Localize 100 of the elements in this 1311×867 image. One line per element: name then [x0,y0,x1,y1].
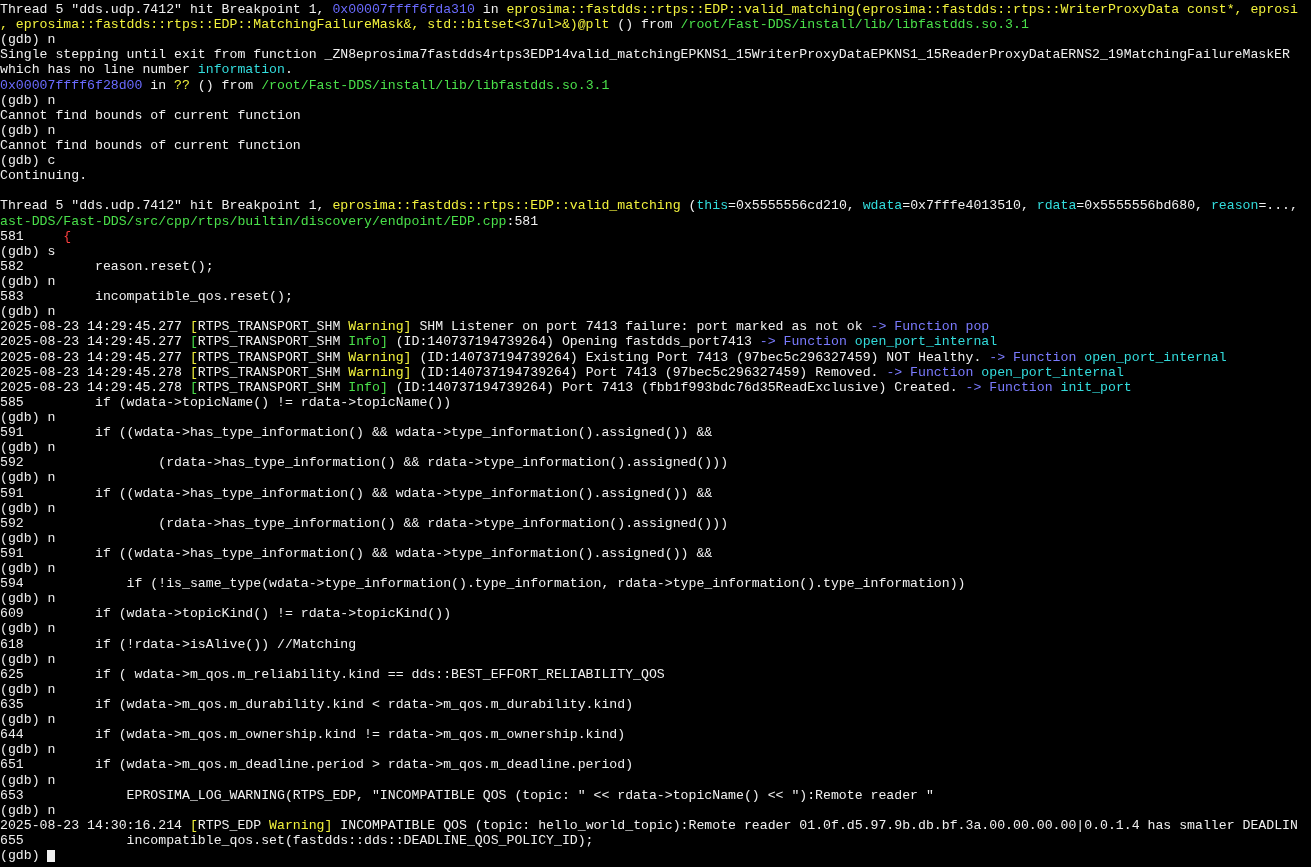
terminal-text: [ [189,817,198,834]
terminal-text: Thread 5 "dds.udp.7412" hit Breakpoint 1, [0,2,326,18]
terminal-text: 581 [0,228,25,244]
terminal-text: :581 [506,213,539,229]
terminal-text: (gdb) n [0,32,56,48]
terminal-text: SHM Listener on port 7413 failure: port marked as not ok [418,319,864,335]
terminal-text: 2025-08-23 14:29:45.278 [0,364,184,380]
terminal-text: init_port [1060,379,1132,395]
terminal-text: -> Function [759,334,848,350]
terminal-text: open_port_internal [854,334,998,350]
terminal-text: 591 if ((wdata->has_type_information() && wdata->type_information().assigned()) && [0,425,713,441]
terminal-text: (gdb) n [0,591,56,607]
terminal-text: 625 if ( wdata->m_qos.m_reliability.kind == dds::BEST_EFFORT_RELIABILITY_QOS [0,666,665,682]
terminal-text: 582 reason.reset(); [0,258,214,274]
terminal-text: (ID:140737194739264) Port 7413 (fbb1f993bdc76d35ReadExclusive) Created. [394,379,959,395]
terminal-text: Cannot find bounds of current function [0,107,301,123]
terminal-text: which has no line number [0,62,191,78]
terminal-text: 594 if (!is_same_type(wdata->type_information().type_information, rdata->type_information().type_information)) [0,576,966,592]
terminal-text: open_port_internal [1084,349,1227,365]
terminal-text: in [149,77,168,93]
terminal-text: 591 if ((wdata->has_type_information() && wdata->type_information().assigned()) && [0,485,713,501]
terminal-text: (gdb) n [0,621,56,637]
terminal-text: 609 if (wdata->topicKind() != rdata->topicKind()) [0,606,452,622]
terminal-text: this [696,198,729,214]
terminal-text: =0x7fffe4013510, [902,198,1030,214]
terminal-text: eprosima::fastdds::rtps::EDP::valid_matching [332,198,681,214]
terminal-text: (gdb) [0,848,41,864]
terminal-text: RTPS_TRANSPORT_SHM [197,379,341,395]
terminal-text: (gdb) n [0,651,56,667]
terminal-text: 0x00007ffff6f28d00 [0,77,143,93]
terminal-text: [ [189,319,198,335]
terminal-text: Info] [347,334,388,350]
terminal-text: rdata [1036,198,1077,214]
terminal-text: (gdb) c [0,153,56,169]
terminal-text: (gdb) n [0,772,56,788]
terminal-text: (gdb) s [0,243,56,259]
terminal-text: open_port_internal [981,364,1124,380]
terminal-text: 592 (rdata->has_type_information() && rdata->type_information().assigned())) [0,515,729,531]
terminal-text: (gdb) n [0,500,56,516]
terminal-text: 583 incompatible_qos.reset(); [0,289,293,305]
terminal-text: Warning] [347,319,412,335]
terminal-text: /root/Fast-DDS/install/lib/libfastdds.so.3.1 [261,77,610,93]
terminal-text: RTPS_TRANSPORT_SHM [197,349,341,365]
terminal-text: 2025-08-23 14:29:45.277 [0,349,184,365]
terminal-text: -> Function [886,364,975,380]
terminal-text: (ID:140737194739264) Opening fastdds_port7413 [394,334,753,350]
terminal-text: RTPS_TRANSPORT_SHM [197,319,341,335]
terminal-text: wdata [862,198,903,214]
terminal-text: reason [1210,198,1259,214]
terminal-text: (gdb) n [0,681,56,698]
terminal-text: (ID:140737194739264) Existing Port 7413 (97bec5c296327459) NOT Healthy. [418,349,983,365]
terminal-text: RTPS_EDP [197,817,262,834]
terminal-text: eprosima::fastdds::rtps::EDP::valid_matching(eprosima::fastdds::rtps::WriterProxyData const*, eprosi [506,2,1298,18]
terminal-text: (gdb) n [0,409,56,426]
terminal-text: INCOMPATIBLE QOS (topic: hello_world_topic):Remote reader 01.0f.d5.97.9b.db.bf.3a.00.00.00.00|0.0.1.4 has smaller DEADLIN [339,817,1298,834]
terminal-text: (gdb) n [0,530,56,546]
terminal-text: 2025-08-23 14:29:45.278 [0,379,184,395]
terminal-text: (ID:140737194739264) Port 7413 (97bec5c296327459) Removed. [418,364,880,380]
terminal-text: -> Function [965,379,1054,395]
terminal-text: (gdb) n [0,92,56,108]
terminal-text: (gdb) n [0,440,56,456]
terminal-text: RTPS_TRANSPORT_SHM [197,334,341,350]
terminal-text: 653 EPROSIMA_LOG_WARNING(RTPS_EDP, "INCOMPATIBLE QOS (topic: " << rdata->topicName() << "):Remote reader " [0,787,934,803]
terminal-text: 0x00007ffff6fda310 [332,2,475,18]
terminal-text: 585 if (wdata->topicName() != rdata->topicName()) [0,394,452,410]
terminal-text: =..., [1258,198,1298,214]
terminal-text: [ [189,349,198,365]
terminal-text: (gdb) n [0,802,56,818]
terminal-text: RTPS_TRANSPORT_SHM [197,364,341,380]
terminal-text: information [197,62,285,78]
terminal-text: , eprosima::fastdds::rtps::EDP::MatchingFailureMask&, std::bitset<37ul>&)@plt [0,17,610,33]
terminal-text: -> Function pop [870,319,990,335]
terminal-text: () from [616,17,674,33]
terminal-text: Warning] [347,364,412,380]
terminal-text: =0x5555556bd680, [1076,198,1204,214]
terminal-text: Cannot find bounds of current function [0,138,301,154]
terminal-text: ?? [174,77,190,93]
terminal-text: . [284,62,293,78]
terminal-text: (gdb) n [0,304,56,320]
terminal-text: 655 incompatible_qos.set(fastdds::dds::DEADLINE_QOS_POLICY_ID); [0,833,594,849]
terminal-text: ( [687,198,697,214]
terminal-text: /root/Fast-DDS/install/lib/libfastdds.so.3.1 [680,17,1029,33]
terminal-text: Thread 5 "dds.udp.7412" hit Breakpoint 1, [0,198,326,214]
terminal-text: (gdb) n [0,712,56,728]
terminal-text: 651 if (wdata->m_qos.m_deadline.period > rdata->m_qos.m_deadline.period) [0,757,634,773]
terminal-text: [ [189,379,198,395]
terminal-text: 618 if (!rdata->isAlive()) //Matching [0,636,357,652]
terminal-text: -> Function [989,349,1078,365]
terminal-text: Continuing. [0,168,88,184]
terminal-text: 592 (rdata->has_type_information() && rdata->type_information().assigned())) [0,455,729,471]
terminal-text: Info] [347,379,388,395]
terminal-text: Warning] [268,817,333,834]
terminal-text: (gdb) n [0,122,56,138]
terminal-text: (gdb) n [0,561,56,577]
terminal-text: 635 if (wdata->m_qos.m_durability.kind < rdata->m_qos.m_durability.kind) [0,697,634,713]
terminal-text: Warning] [347,349,412,365]
terminal-text: in [481,2,500,18]
terminal-text: ast-DDS/Fast-DDS/src/cpp/rtps/builtin/discovery/endpoint/EDP.cpp [0,213,507,229]
terminal-text: (gdb) n [0,742,56,758]
terminal-text: (gdb) n [0,470,56,486]
